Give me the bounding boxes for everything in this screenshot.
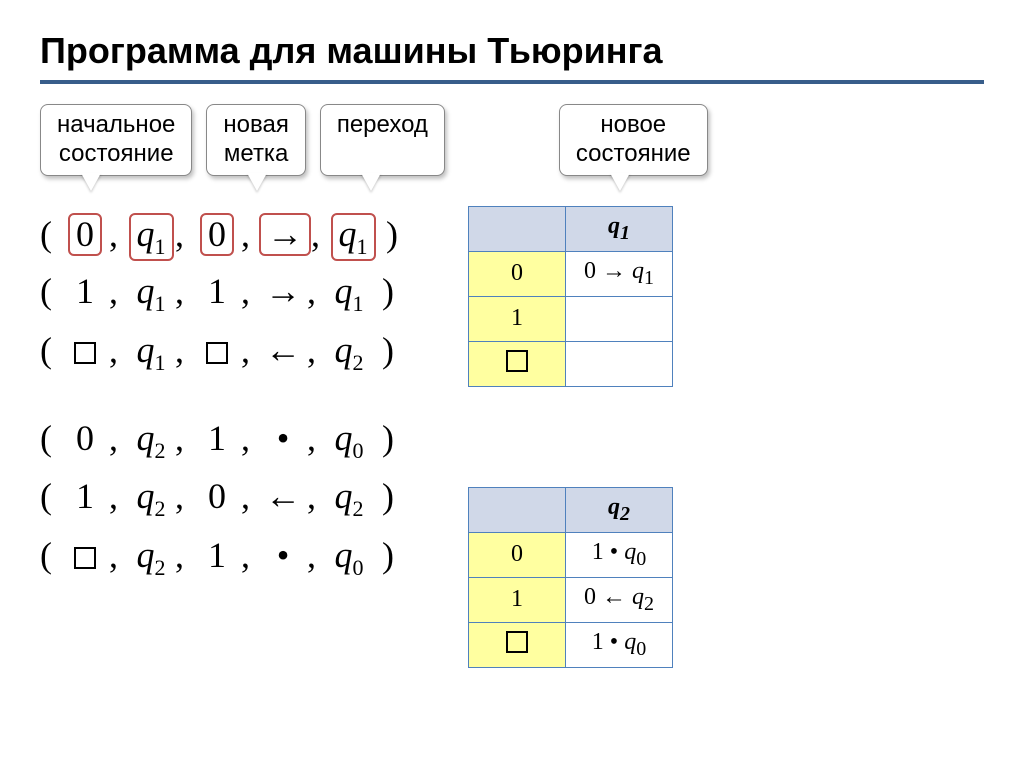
page-title: Программа для машины Тьюринга [40, 30, 984, 72]
table-value-cell: 0 ← q2 [566, 577, 673, 622]
table-symbol-cell [469, 341, 566, 386]
table-value-cell: 1 • q0 [566, 622, 673, 667]
tuple-row: ( , q2, 1, •, q0 ) [40, 527, 398, 585]
label-new-state: новое состояние [559, 104, 708, 176]
table-symbol-cell: 0 [469, 532, 566, 577]
tuples-list: ( 0, q1, 0, →, q1 )( 1, q1, 1, →, q1 )( … [40, 206, 398, 615]
table-symbol-cell: 1 [469, 296, 566, 341]
table-state-header: q1 [566, 206, 673, 251]
table-state-header: q2 [566, 487, 673, 532]
table-value-cell [566, 296, 673, 341]
labels-row: начальное состояние новая метка переход … [40, 104, 984, 176]
tuple-row: ( , q1, , ←, q2 ) [40, 322, 398, 380]
title-underline [40, 80, 984, 84]
tuple-row: ( 0, q1, 0, →, q1 ) [40, 206, 398, 264]
label-initial-state: начальное состояние [40, 104, 192, 176]
table-value-cell: 1 • q0 [566, 532, 673, 577]
table-symbol-cell [469, 622, 566, 667]
label-transition: переход [320, 104, 445, 176]
table-value-cell [566, 341, 673, 386]
tuple-row: ( 1, q2, 0, ←, q2 ) [40, 468, 398, 526]
table-q2: q201 • q010 ← q21 • q0 [468, 487, 673, 668]
tuple-row: ( 0, q2, 1, •, q0 ) [40, 410, 398, 468]
tuple-row: ( 1, q1, 1, →, q1 ) [40, 263, 398, 321]
table-value-cell: 0 → q1 [566, 251, 673, 296]
table-symbol-cell: 0 [469, 251, 566, 296]
table-q1: q100 → q11 [468, 206, 673, 387]
table-symbol-cell: 1 [469, 577, 566, 622]
label-new-mark: новая метка [206, 104, 305, 176]
